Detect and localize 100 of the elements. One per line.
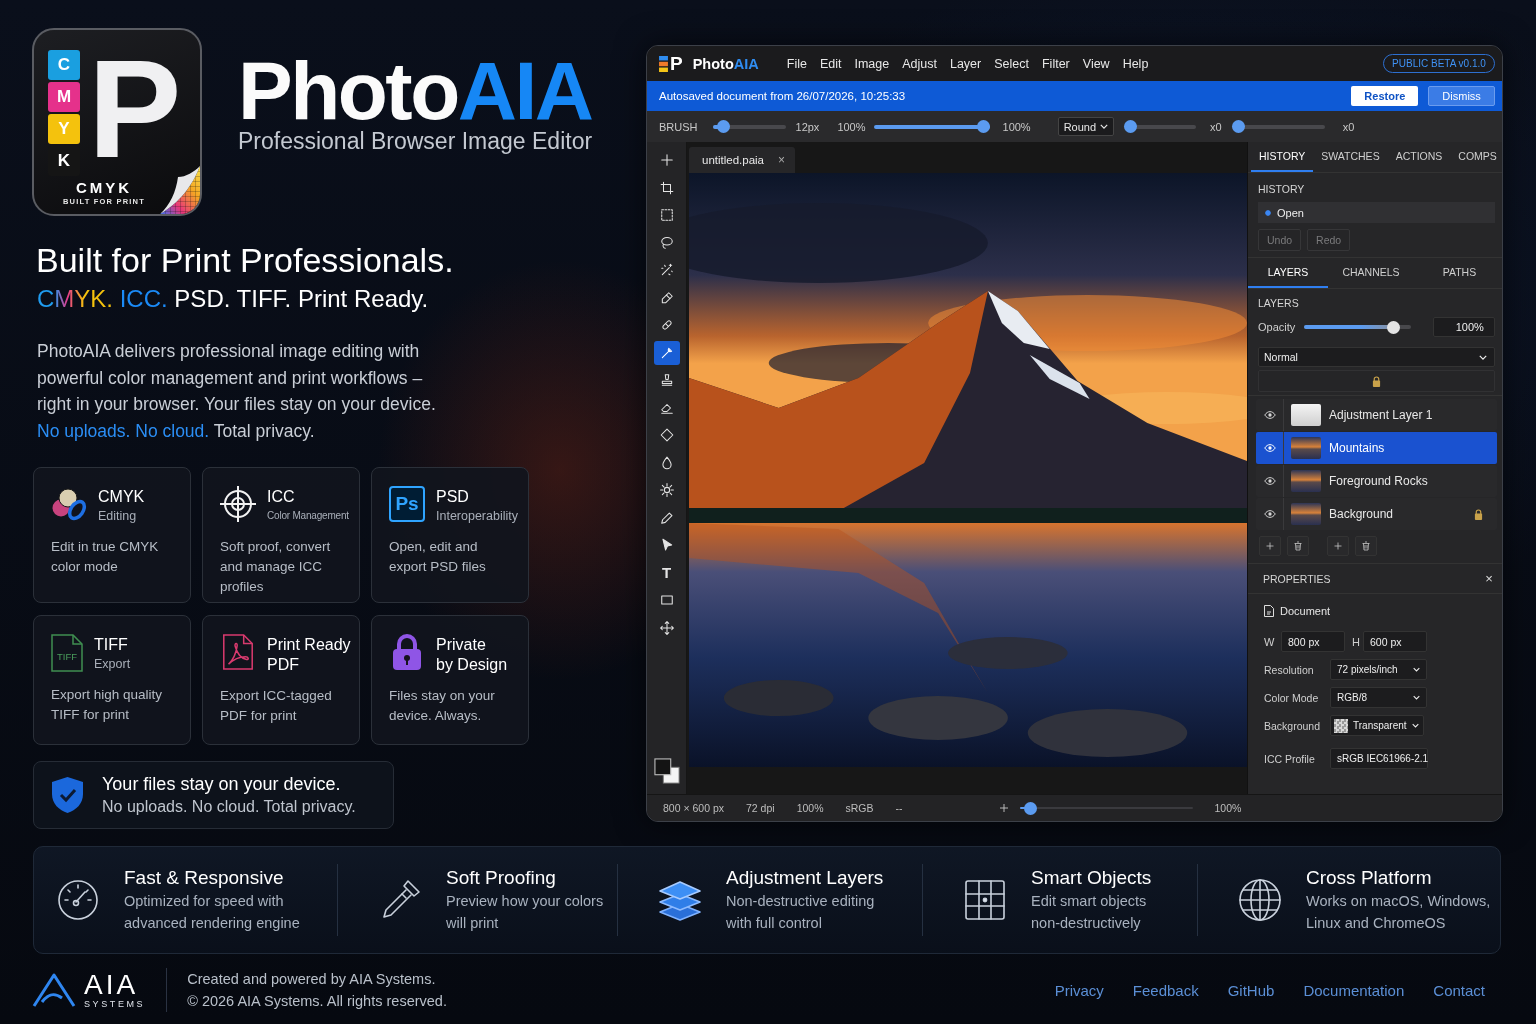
panel-tab[interactable]: LAYERS — [1248, 258, 1328, 288]
tagline: CMYK. ICC. PSD. TIFF. Print Ready. — [37, 284, 430, 314]
gauge-icon — [56, 878, 100, 922]
field-label: W — [1264, 635, 1276, 648]
slider-thumb[interactable] — [976, 120, 990, 133]
crosshair-icon — [220, 486, 256, 522]
brush-slider[interactable] — [712, 120, 786, 133]
close-tab-button[interactable]: × — [778, 153, 786, 167]
card-title: CMYK — [98, 487, 145, 507]
notice-button[interactable]: Dismiss — [1428, 86, 1495, 106]
menu-item[interactable]: Select — [994, 56, 1029, 71]
menu-item[interactable]: Edit — [819, 56, 842, 71]
menu-item[interactable]: Layer — [949, 56, 982, 71]
slider-thumb[interactable] — [1231, 120, 1245, 133]
card-subtitle: Editing — [98, 507, 138, 525]
blend-mode-dropdown[interactable]: Normal — [1258, 347, 1495, 367]
color-swatches-icon[interactable] — [653, 758, 680, 784]
transparency-swatch-icon — [1334, 718, 1348, 733]
panel-tab[interactable]: PATHS — [1414, 258, 1502, 288]
privacy-title: Your files stay on your device. — [102, 773, 342, 796]
eye-icon[interactable] — [1264, 411, 1276, 419]
plus-icon — [1332, 540, 1344, 552]
menu-item[interactable]: Adjust — [902, 56, 937, 71]
toolbar-value: 100% — [837, 120, 866, 133]
layer-thumbnail — [1291, 503, 1321, 525]
color-tile: C — [48, 50, 80, 80]
property-field[interactable]: sRGB IEC61966-2.1 — [1330, 748, 1428, 769]
toolbar-value: x0 — [1342, 120, 1355, 133]
section-label: Document — [1280, 605, 1331, 617]
brush-slider[interactable] — [873, 120, 990, 133]
panel-tab[interactable]: HISTORY — [1251, 142, 1314, 172]
document-icon — [1264, 605, 1274, 617]
eye-icon[interactable] — [1264, 510, 1276, 518]
plus-icon — [659, 153, 674, 167]
panel-tab[interactable]: CHANNELS — [1328, 258, 1414, 288]
layer-action-button[interactable] — [1327, 536, 1349, 556]
peak-logo-icon — [32, 972, 76, 1008]
panel-tab[interactable]: SWATCHES — [1313, 142, 1388, 172]
layer-name: Adjustment Layer 1 — [1329, 408, 1433, 422]
layer-thumbnail — [1291, 470, 1321, 492]
menu-item[interactable]: Filter — [1042, 56, 1070, 71]
layer-row[interactable]: Mountains — [1256, 432, 1497, 464]
slider-thumb[interactable] — [717, 120, 731, 133]
document-tab[interactable]: untitled.paia × — [689, 147, 796, 173]
opacity-field[interactable]: 100% — [1432, 317, 1495, 337]
status-text: 100% — [1214, 802, 1242, 814]
menu-item[interactable]: Help — [1122, 56, 1149, 71]
zoom-slider[interactable] — [1019, 801, 1193, 815]
slider-thumb[interactable] — [1124, 120, 1138, 133]
property-dropdown[interactable]: Transparent — [1330, 715, 1424, 736]
slider-thumb[interactable] — [1024, 801, 1038, 815]
size-field[interactable]: 600 px — [1363, 631, 1427, 652]
layer-name: Mountains — [1329, 441, 1385, 455]
tool-button[interactable]: T — [653, 560, 680, 585]
history-item[interactable]: Open — [1258, 202, 1495, 223]
privacy-text: No uploads. No cloud. Total privacy. — [102, 797, 356, 817]
ps-tile-icon: Ps — [389, 486, 425, 522]
panel-tab[interactable]: COMPS — [1450, 142, 1502, 172]
tool-button[interactable] — [653, 340, 680, 365]
eye-icon[interactable] — [1264, 477, 1276, 485]
close-panel-button[interactable]: × — [1485, 571, 1493, 586]
brush-shape-dropdown[interactable]: Round — [1057, 117, 1115, 136]
footer-link[interactable]: Contact — [1433, 981, 1485, 999]
chevron-down-icon — [1100, 124, 1109, 129]
credit-text: Created and powered by AIA Systems. — [187, 970, 437, 989]
section-heading: PROPERTIES — [1263, 572, 1331, 585]
panel-tab[interactable]: ACTIONS — [1387, 142, 1451, 172]
trash-icon — [1360, 540, 1372, 552]
pen-icon — [659, 290, 674, 305]
property-dropdown[interactable]: RGB/8 — [1330, 687, 1427, 708]
brush-icon — [659, 345, 674, 360]
footer-link[interactable]: Privacy — [1054, 981, 1104, 999]
layer-action-button[interactable] — [1259, 536, 1281, 556]
size-field[interactable]: 800 px — [1281, 631, 1345, 652]
menu-item[interactable]: File — [786, 56, 807, 71]
toolbar-value: 100% — [1002, 120, 1031, 133]
property-dropdown[interactable]: 72 pixels/inch — [1330, 659, 1427, 680]
menu-item[interactable]: Image — [854, 56, 890, 71]
status-text: -- — [895, 802, 903, 814]
opacity-slider[interactable] — [1304, 320, 1411, 334]
notice-button[interactable]: Restore — [1351, 86, 1419, 106]
layer-action-button[interactable] — [1287, 536, 1309, 556]
plus-icon[interactable] — [999, 804, 1008, 812]
toolbar-value: 12px — [795, 120, 820, 133]
logo-caption: CMYK — [75, 179, 133, 196]
brush-slider[interactable] — [1231, 120, 1325, 133]
opacity-label: Opacity — [1258, 321, 1297, 333]
card-subtitle: Interoperability — [436, 507, 518, 525]
layer-action-button[interactable] — [1355, 536, 1377, 556]
layer-thumbnail — [1291, 437, 1321, 459]
brush-slider[interactable] — [1124, 120, 1197, 133]
footer-link[interactable]: Documentation — [1303, 981, 1405, 999]
toolbar-value: x0 — [1210, 120, 1222, 133]
footer-link[interactable]: Feedback — [1132, 981, 1199, 999]
footer-link[interactable]: GitHub — [1227, 981, 1275, 999]
field-label: ICC Profile — [1264, 752, 1316, 765]
menu-item[interactable]: View — [1082, 56, 1110, 71]
slider-thumb[interactable] — [1386, 320, 1400, 334]
footer-logo-text: AIA — [84, 970, 140, 999]
globe-icon — [1238, 878, 1282, 922]
